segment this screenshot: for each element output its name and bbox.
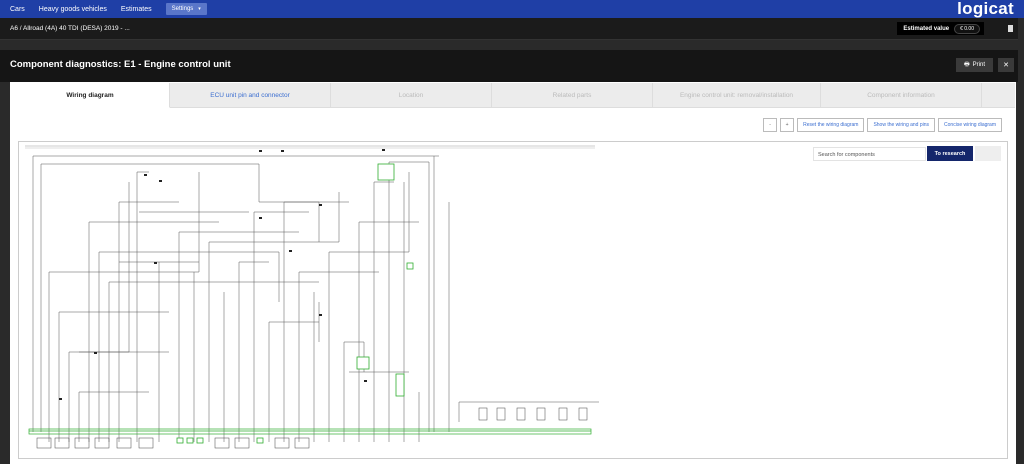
nav-estimates[interactable]: Estimates (121, 6, 152, 13)
logo: logicat (957, 0, 1014, 18)
tab-removal-installation: Engine control unit: removal/installatio… (653, 83, 821, 108)
diagnostics-panel: Wiring diagram ECU unit pin and connecto… (10, 82, 1016, 464)
bottom-bus (28, 428, 592, 435)
close-button[interactable]: ✕ (998, 58, 1014, 72)
zoom-out-button[interactable]: - (763, 118, 778, 132)
tab-related-parts: Related parts (492, 83, 653, 108)
nav-cars[interactable]: Cars (10, 6, 25, 13)
trash-icon[interactable] (1008, 25, 1013, 32)
estimated-value-label: Estimated value (903, 25, 950, 32)
show-wiring-pins-button[interactable]: Show the wiring and pins (867, 118, 936, 132)
tab-wiring-diagram[interactable]: Wiring diagram (11, 83, 170, 108)
tab-ecu-pin-connector[interactable]: ECU unit pin and connector (170, 83, 331, 108)
component-search-input[interactable]: Search for components (813, 147, 926, 161)
disabled-action-button (975, 146, 1001, 161)
green-components (176, 163, 414, 444)
vehicle-bar: A6 / Allroad (4A) 40 TDI (DESA) 2019 - .… (0, 18, 1024, 40)
research-button[interactable]: To research (927, 146, 973, 161)
print-button[interactable]: 🖶 Print (956, 58, 993, 72)
close-icon: ✕ (1003, 62, 1009, 69)
wiring-diagram[interactable] (19, 142, 599, 458)
reset-wiring-button[interactable]: Reset the wiring diagram (797, 118, 865, 132)
estimated-value-box: Estimated value € 0.00 (897, 22, 984, 35)
estimated-value: € 0.00 (954, 23, 980, 34)
wiring-lines (25, 145, 599, 442)
wiring-diagram-canvas[interactable]: Search for components To research (18, 141, 1008, 459)
nav-heavy-goods-vehicles[interactable]: Heavy goods vehicles (39, 6, 107, 13)
page-title: Component diagnostics: E1 - Engine contr… (10, 59, 231, 70)
chevron-down-icon: ▾ (198, 6, 201, 12)
small-components (36, 407, 588, 449)
connector-markers (59, 149, 385, 400)
tab-location: Location (331, 83, 492, 108)
vehicle-selector[interactable]: A6 / Allroad (4A) 40 TDI (DESA) 2019 - .… (10, 25, 130, 32)
settings-label: Settings (171, 6, 194, 12)
tab-component-information: Component information (821, 83, 982, 108)
printer-icon: 🖶 (963, 62, 970, 68)
diagram-controls: - + Reset the wiring diagram Show the wi… (763, 118, 1002, 132)
page-header: Component diagnostics: E1 - Engine contr… (0, 50, 1024, 82)
settings-dropdown[interactable]: Settings ▾ (165, 3, 207, 15)
print-label: Print (972, 62, 985, 68)
top-navigation: Cars Heavy goods vehicles Estimates Sett… (0, 0, 1024, 18)
page-scrollbar[interactable] (1018, 18, 1024, 464)
zoom-in-button[interactable]: + (780, 118, 795, 132)
tab-bar: Wiring diagram ECU unit pin and connecto… (11, 83, 1015, 108)
concise-wiring-button[interactable]: Concise wiring diagram (938, 118, 1002, 132)
